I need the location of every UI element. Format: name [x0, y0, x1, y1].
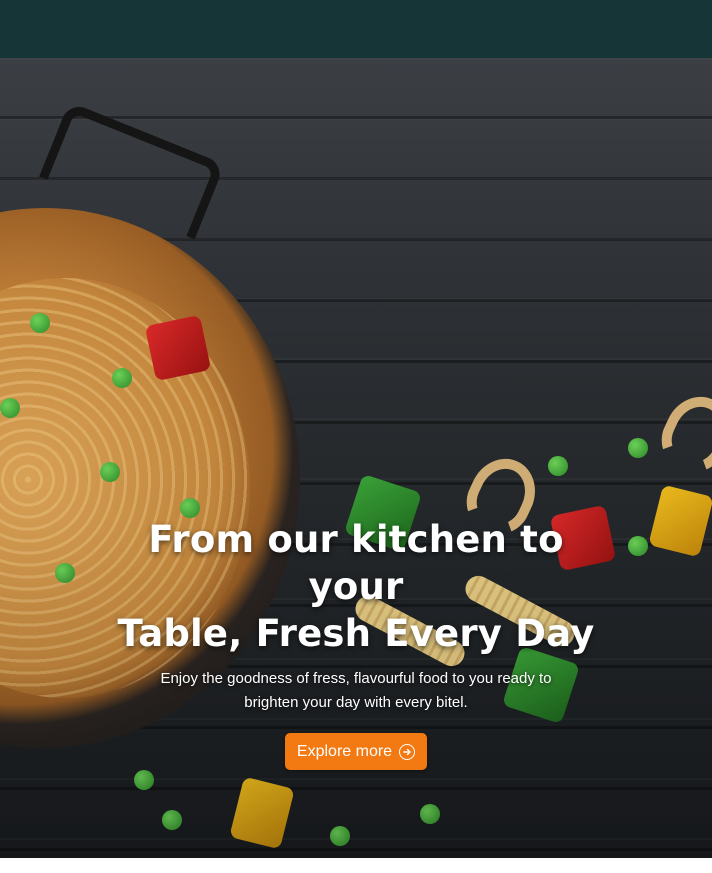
site-header-bar — [0, 0, 712, 58]
hero-title: From our kitchen to your Table, Fresh Ev… — [96, 516, 616, 657]
arrow-right-circle-icon — [399, 743, 416, 760]
hero-title-line-2: Table, Fresh Every Day — [117, 612, 595, 655]
hero-content: From our kitchen to your Table, Fresh Ev… — [0, 516, 712, 770]
explore-more-label: Explore more — [296, 742, 393, 760]
explore-more-button[interactable]: Explore more — [284, 733, 428, 770]
hero-title-line-1: From our kitchen to your — [148, 518, 564, 608]
hero-subtitle: Enjoy the goodness of fress, flavourful … — [126, 667, 586, 715]
hero-subtitle-line-2: brighten your day with every bitel. — [244, 694, 468, 711]
hero-subtitle-line-1: Enjoy the goodness of fress, flavourful … — [160, 670, 552, 687]
